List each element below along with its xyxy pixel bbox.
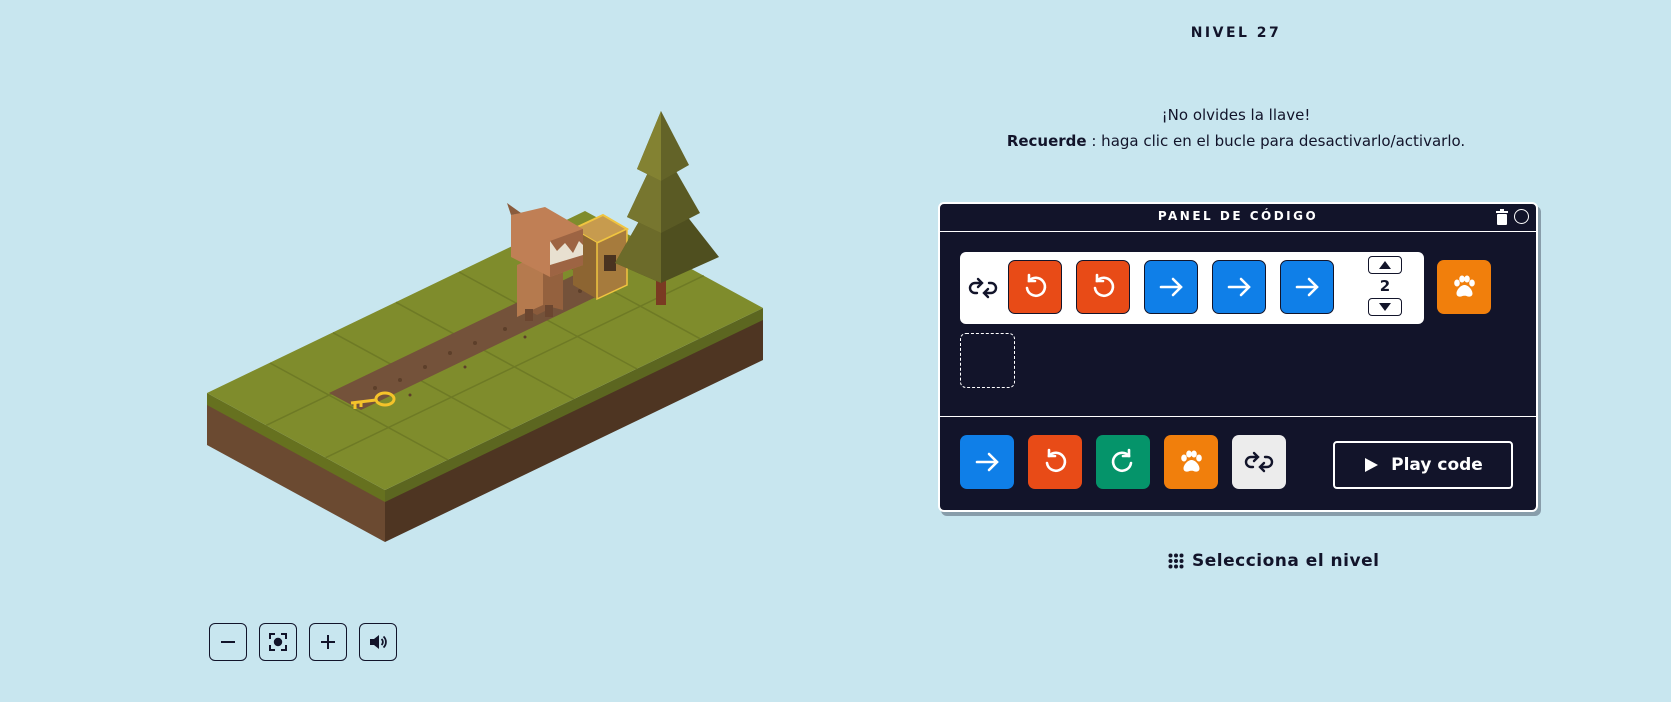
play-icon bbox=[1365, 458, 1379, 472]
play-code-label: Play code bbox=[1391, 455, 1483, 475]
turn-right-icon bbox=[1111, 448, 1133, 473]
game-scene[interactable] bbox=[195, 105, 775, 545]
loop-step-forward-2[interactable] bbox=[1212, 260, 1266, 314]
zoom-out-button[interactable] bbox=[209, 623, 247, 661]
loop-step-forward-3[interactable] bbox=[1280, 260, 1334, 314]
select-level-link[interactable]: Selecciona el nivel bbox=[1168, 551, 1379, 571]
hint-line: ¡No olvides la llave! bbox=[1161, 106, 1311, 124]
paw-icon bbox=[1181, 450, 1202, 472]
arrow-right-icon bbox=[1227, 277, 1251, 297]
loop-icon[interactable] bbox=[968, 273, 998, 303]
zoom-in-button[interactable] bbox=[309, 623, 347, 661]
palette-paw[interactable] bbox=[1164, 435, 1218, 489]
hint-remember: Recuerde : haga clic en el bucle para de… bbox=[936, 128, 1536, 154]
palette-loop[interactable] bbox=[1232, 435, 1286, 489]
turn-left-icon bbox=[1093, 273, 1115, 298]
loop-step-forward-1[interactable] bbox=[1144, 260, 1198, 314]
select-level-label: Selecciona el nivel bbox=[1192, 551, 1380, 571]
decrement-button[interactable] bbox=[1368, 298, 1402, 316]
focus-icon bbox=[269, 633, 287, 651]
sound-button[interactable] bbox=[359, 623, 397, 661]
recenter-button[interactable] bbox=[259, 623, 297, 661]
program-step-paw[interactable] bbox=[1437, 260, 1491, 314]
palette-turn-right[interactable] bbox=[1096, 435, 1150, 489]
empty-drop-slot[interactable] bbox=[960, 333, 1015, 388]
arrow-right-icon bbox=[1295, 277, 1319, 297]
panel-title: PANEL DE CÓDIGO bbox=[1157, 209, 1319, 223]
minus-icon bbox=[221, 641, 235, 643]
turn-left-icon bbox=[1045, 448, 1067, 473]
remember-text: : haga clic en el bucle para desactivarl… bbox=[1086, 132, 1466, 150]
level-title: NIVEL 27 bbox=[1190, 25, 1282, 41]
palette-forward[interactable] bbox=[960, 435, 1014, 489]
code-panel: PANEL DE CÓDIGO 2 Play code bbox=[938, 202, 1538, 512]
level-hint: ¡No olvides la llave! Recuerde : haga cl… bbox=[936, 102, 1536, 154]
palette-turn-left[interactable] bbox=[1028, 435, 1082, 489]
caret-down-icon bbox=[1379, 303, 1391, 311]
paw-icon bbox=[1454, 275, 1475, 297]
panel-divider bbox=[940, 416, 1536, 417]
increment-button[interactable] bbox=[1368, 256, 1402, 274]
caret-up-icon bbox=[1379, 261, 1391, 269]
panel-header: PANEL DE CÓDIGO bbox=[940, 204, 1536, 232]
plus-icon bbox=[321, 635, 335, 649]
arrow-right-icon bbox=[1159, 277, 1183, 297]
arrow-right-icon bbox=[975, 452, 999, 472]
loop-step-turn-left-1[interactable] bbox=[1008, 260, 1062, 314]
grid-dots-icon bbox=[1168, 553, 1184, 569]
speaker-icon bbox=[370, 635, 387, 649]
repeat-count: 2 bbox=[1379, 277, 1391, 295]
circle-toggle-icon[interactable] bbox=[1514, 209, 1529, 224]
turn-left-icon bbox=[1025, 273, 1047, 298]
play-code-button[interactable]: Play code bbox=[1333, 441, 1513, 489]
trash-icon[interactable] bbox=[1495, 209, 1509, 225]
loop-icon bbox=[1244, 451, 1274, 473]
loop-block[interactable]: 2 bbox=[960, 252, 1424, 324]
scene-controls bbox=[209, 623, 397, 661]
loop-step-turn-left-2[interactable] bbox=[1076, 260, 1130, 314]
repeat-counter: 2 bbox=[1366, 256, 1404, 320]
remember-label: Recuerde bbox=[1006, 132, 1087, 150]
